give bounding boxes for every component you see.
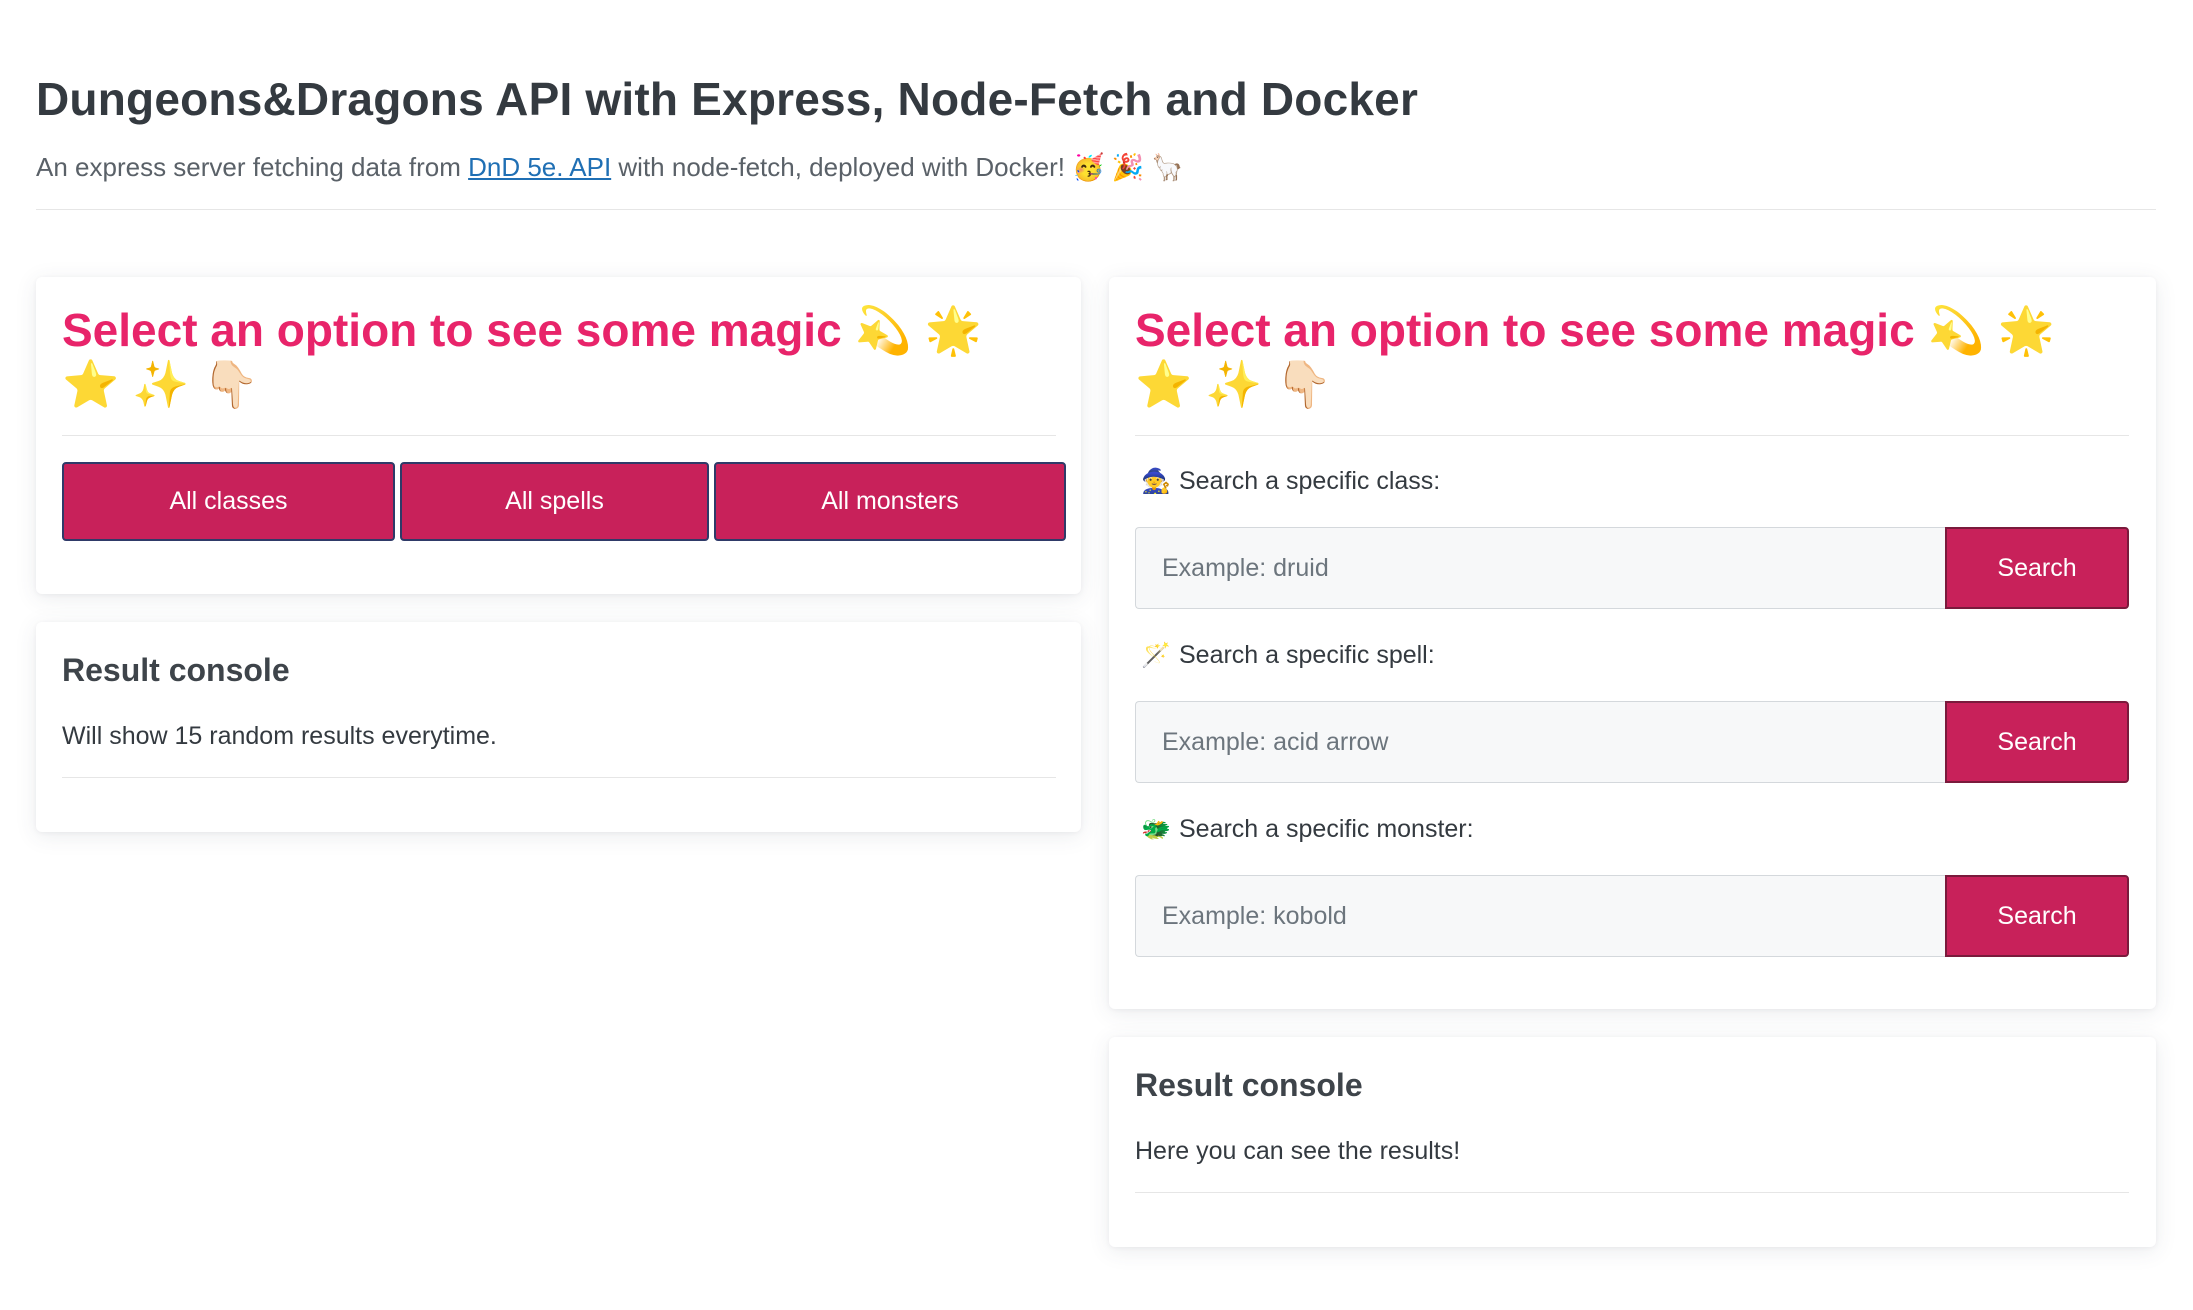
subtitle-text-end: with node-fetch, deployed with Docker! 🥳… <box>611 152 1184 182</box>
magic-wand-icon: 🪄 <box>1141 642 1171 669</box>
all-classes-button[interactable]: All classes <box>62 462 395 541</box>
option-buttons: All classes All spells All monsters <box>62 462 1066 541</box>
class-search-button[interactable]: Search <box>1945 527 2129 609</box>
class-search-label-text: Search a specific class: <box>1179 467 1441 495</box>
spell-search-group: Search <box>1135 701 2129 783</box>
result-console-text: Will show 15 random results everytime. <box>62 722 497 750</box>
subtitle-text: An express server fetching data from <box>36 152 469 182</box>
card-heading: Select an option to see some magic 💫 🌟 ⭐… <box>62 304 982 410</box>
result-divider <box>62 777 1056 778</box>
class-search-group: Search <box>1135 527 2129 609</box>
class-search-label: 🧙 Search a specific class: <box>1141 467 1440 496</box>
page-header: Dungeons&Dragons API with Express, Node-… <box>36 72 2156 183</box>
result-divider <box>1135 1192 2129 1193</box>
page: Dungeons&Dragons API with Express, Node-… <box>0 0 2193 1310</box>
all-spells-button[interactable]: All spells <box>400 462 709 541</box>
monster-search-label: 🐲 Search a specific monster: <box>1141 815 1474 844</box>
all-monsters-button[interactable]: All monsters <box>714 462 1066 541</box>
wizard-icon: 🧙 <box>1141 468 1171 495</box>
result-console-title: Result console <box>1135 1067 1363 1103</box>
spell-search-button[interactable]: Search <box>1945 701 2129 783</box>
card-heading: Select an option to see some magic 💫 🌟 ⭐… <box>1135 304 2055 410</box>
card-divider <box>1135 435 2129 436</box>
page-subtitle: An express server fetching data from DnD… <box>36 152 2156 183</box>
all-options-card: Select an option to see some magic 💫 🌟 ⭐… <box>36 277 1081 594</box>
left-result-console: Result console Will show 15 random resul… <box>36 622 1081 832</box>
search-card: Select an option to see some magic 💫 🌟 ⭐… <box>1109 277 2156 1009</box>
card-divider <box>62 435 1056 436</box>
monster-search-label-text: Search a specific monster: <box>1179 815 1474 843</box>
right-result-console: Result console Here you can see the resu… <box>1109 1037 2156 1247</box>
result-console-title: Result console <box>62 652 290 688</box>
monster-search-button[interactable]: Search <box>1945 875 2129 957</box>
spell-search-label: 🪄 Search a specific spell: <box>1141 641 1435 670</box>
spell-search-label-text: Search a specific spell: <box>1179 641 1435 669</box>
dragon-icon: 🐲 <box>1141 816 1171 843</box>
page-title: Dungeons&Dragons API with Express, Node-… <box>36 73 1419 125</box>
monster-search-input[interactable] <box>1135 875 1945 957</box>
dnd-api-link[interactable]: DnD 5e. API <box>468 152 611 182</box>
class-search-input[interactable] <box>1135 527 1945 609</box>
spell-search-input[interactable] <box>1135 701 1945 783</box>
monster-search-group: Search <box>1135 875 2129 957</box>
result-console-text: Here you can see the results! <box>1135 1137 1461 1165</box>
header-divider <box>36 209 2156 210</box>
